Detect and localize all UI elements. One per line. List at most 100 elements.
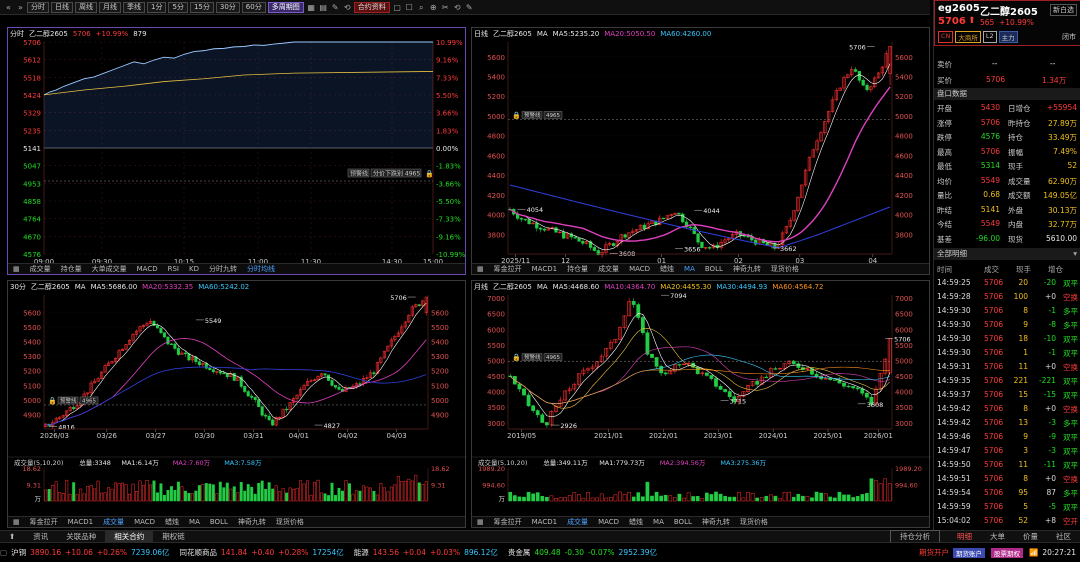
period-button-1[interactable]: 日线: [51, 1, 73, 13]
bottom-tab-1[interactable]: 关联品种: [57, 531, 105, 542]
tab-2[interactable]: 成交量: [98, 517, 129, 527]
tab-1[interactable]: MACD1: [527, 518, 562, 526]
detail-cell: -15: [1043, 390, 1056, 399]
period-button-5[interactable]: 1分: [147, 1, 167, 13]
grid-icon[interactable]: ▦: [472, 265, 489, 273]
period-button-8[interactable]: 30分: [215, 1, 240, 13]
quote-value: 5549: [980, 219, 1000, 228]
expand-icon[interactable]: ⬆: [0, 532, 24, 541]
side-tab-0[interactable]: 明细: [948, 531, 981, 542]
tab-6[interactable]: MA: [679, 265, 700, 273]
tab-2[interactable]: 持仓量: [562, 264, 593, 274]
intraday-chart[interactable]: 5706 10.99% 5612 9.16% 5518 7.33% 5424 5.50% 532…: [8, 28, 467, 276]
tab-8[interactable]: 现货价格: [735, 517, 773, 527]
y-tick-right: 4500: [895, 373, 913, 381]
daily-kline-chart[interactable]: 5600 5600 5400 5400 5200 5200 5000 5000 4800 4800…: [472, 28, 931, 276]
reset-icon[interactable]: ⟲: [342, 2, 353, 13]
index-name[interactable]: 同花顺商品: [180, 547, 218, 558]
quote-section-title: 盘口数据: [934, 88, 1080, 100]
tab-7[interactable]: 神奇九转: [697, 517, 735, 527]
detail-cell: 5706: [984, 362, 1004, 371]
tab-4[interactable]: MACD: [624, 265, 655, 273]
detail-cell: 14:59:51: [937, 474, 971, 483]
tab-3[interactable]: MACD: [132, 265, 163, 273]
tab-0[interactable]: 筹金拉开: [25, 517, 63, 527]
box-icon[interactable]: ☐: [404, 2, 415, 13]
side-tab-1[interactable]: 大单: [981, 531, 1014, 542]
tab-1[interactable]: 持仓量: [56, 264, 87, 274]
y-tick-right: 10.99%: [436, 39, 463, 47]
y-tick-left: 5424: [23, 92, 41, 100]
tab-1[interactable]: MACD1: [63, 518, 98, 526]
forward-icon[interactable]: »: [15, 2, 26, 13]
tab-5[interactable]: MA: [648, 518, 669, 526]
tab-5[interactable]: KD: [184, 265, 204, 273]
tab-3[interactable]: MACD: [593, 518, 624, 526]
tab-4[interactable]: RSI: [163, 265, 184, 273]
period-button-10[interactable]: 多周期图: [267, 1, 304, 13]
tab-2[interactable]: 成交量: [562, 517, 593, 527]
index-name[interactable]: 能源: [354, 547, 369, 558]
tab-6[interactable]: 分时九转: [204, 264, 242, 274]
tab-7[interactable]: 神奇九转: [233, 517, 271, 527]
back-icon[interactable]: «: [3, 2, 14, 13]
tab-7[interactable]: 分时均线: [242, 264, 280, 274]
monthly-kline-chart[interactable]: 7000 70006500 65006000 60005500 55005000 5000…: [472, 281, 931, 529]
tab-6[interactable]: BOLL: [669, 518, 697, 526]
tab-8[interactable]: 神奇九转: [728, 264, 766, 274]
tab-9[interactable]: 现货价格: [766, 264, 804, 274]
quote-label: 现手: [1008, 162, 1023, 171]
pencil-icon[interactable]: ✎: [464, 2, 475, 13]
tab-6[interactable]: BOLL: [205, 518, 233, 526]
m30-kline-chart[interactable]: 5600 5600 5500 5500 5400 5400 5300 5300 5200 5200…: [8, 281, 467, 529]
side-tab-2[interactable]: 价量: [1014, 531, 1047, 542]
tab-3[interactable]: MACD: [129, 518, 160, 526]
grid-icon[interactable]: ▦: [8, 265, 25, 273]
grid-icon[interactable]: ▦: [472, 518, 489, 526]
grid-icon[interactable]: ▤: [318, 2, 329, 13]
tab-8[interactable]: 现货价格: [271, 517, 309, 527]
tab-2[interactable]: 大单成交量: [87, 264, 132, 274]
tab-5[interactable]: 蜡烛: [655, 264, 679, 274]
period-button-4[interactable]: 季线: [123, 1, 145, 13]
period-button-6[interactable]: 5分: [168, 1, 188, 13]
side-tab-3[interactable]: 社区: [1047, 531, 1080, 542]
x-tick: 2019/05: [507, 432, 536, 440]
zoom-icon[interactable]: ⌕: [416, 2, 427, 13]
refresh-icon[interactable]: ⟲: [452, 2, 463, 13]
watchlist-button[interactable]: 新白选: [1050, 4, 1077, 16]
bottom-tab-0[interactable]: 资讯: [24, 531, 57, 542]
status-button-2[interactable]: 股票期权: [990, 547, 1023, 558]
tab-1[interactable]: MACD1: [527, 265, 562, 273]
volume-bar: [257, 483, 261, 502]
candle-body: [681, 213, 685, 223]
tab-7[interactable]: BOLL: [700, 265, 728, 273]
tab-0[interactable]: 筹金拉开: [489, 517, 527, 527]
period-button-3[interactable]: 月线: [99, 1, 121, 13]
panel-icon[interactable]: ▢: [0, 548, 7, 557]
period-button-9[interactable]: 60分: [241, 1, 266, 13]
crosshair-icon[interactable]: ⊕: [428, 2, 439, 13]
bottom-tab-2[interactable]: 相关合约: [105, 531, 154, 542]
index-name[interactable]: 贵金属: [508, 547, 531, 558]
rect-icon[interactable]: ▢: [392, 2, 403, 13]
layout-icon[interactable]: ▦: [306, 2, 317, 13]
grid-icon[interactable]: ▦: [8, 518, 25, 526]
tab-5[interactable]: MA: [184, 518, 205, 526]
tab-3[interactable]: 成交量: [593, 264, 624, 274]
open-account-link[interactable]: 期货开户: [919, 547, 949, 558]
period-button-7[interactable]: 15分: [189, 1, 214, 13]
index-name[interactable]: 沪铜: [11, 547, 26, 558]
tab-0[interactable]: 筹金拉开: [489, 264, 527, 274]
period-button-0[interactable]: 分时: [27, 1, 49, 13]
tab-4[interactable]: 蜡烛: [160, 517, 184, 527]
cut-icon[interactable]: ✂: [440, 2, 451, 13]
tab-4[interactable]: 蜡烛: [624, 517, 648, 527]
period-button-11[interactable]: 合约资料: [353, 1, 390, 13]
tab-0[interactable]: 成交量: [25, 264, 56, 274]
period-button-2[interactable]: 周线: [75, 1, 97, 13]
draw-icon[interactable]: ✎: [330, 2, 341, 13]
volume-bar: [201, 484, 205, 502]
bottom-tab-3[interactable]: 期权链: [153, 531, 194, 542]
status-button-1[interactable]: 期货账户: [952, 547, 985, 558]
